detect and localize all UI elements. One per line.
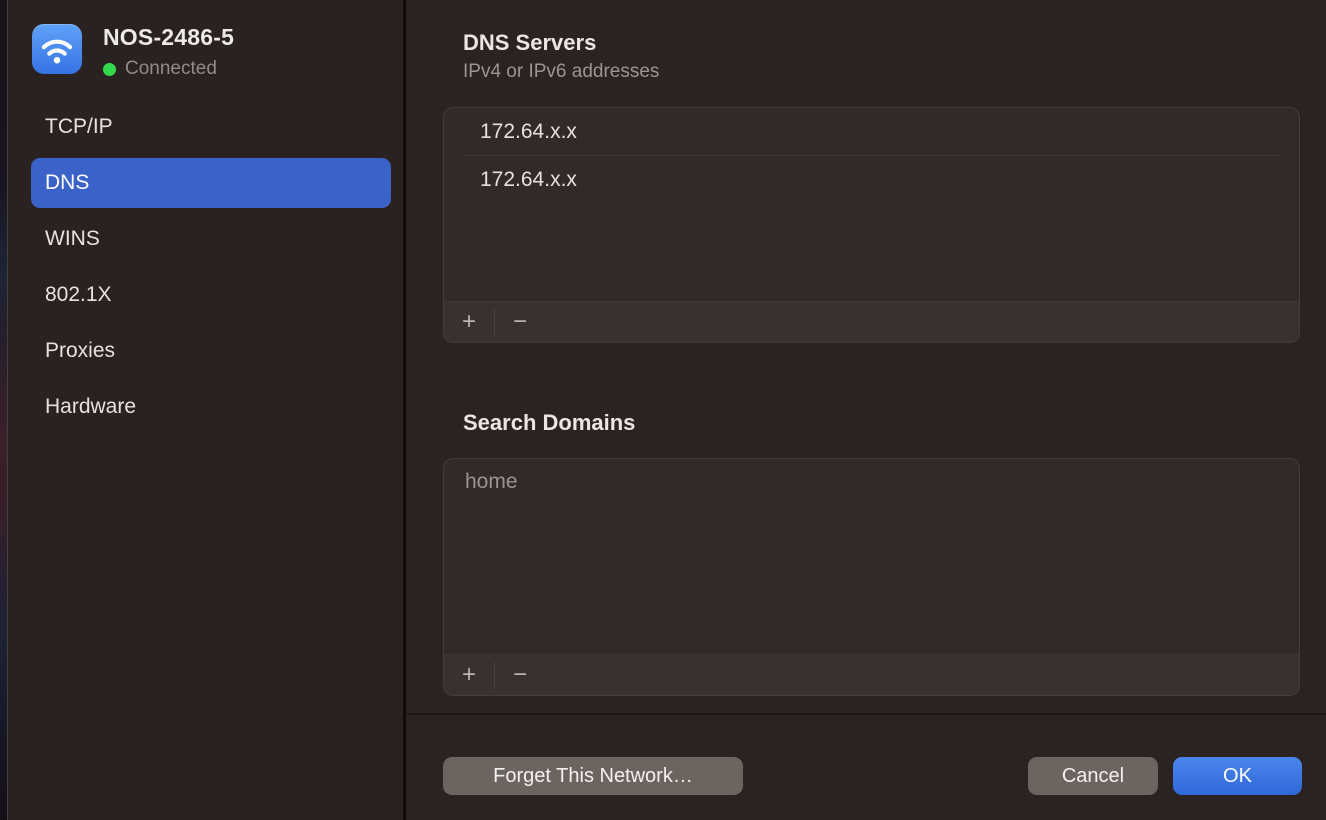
dns-servers-list: 172.64.x.x 172.64.x.x + − <box>443 107 1300 343</box>
sidebar-menu: TCP/IP DNS WINS 802.1X Proxies Hardware <box>31 99 391 435</box>
ok-button[interactable]: OK <box>1173 757 1302 795</box>
search-domains-title: Search Domains <box>463 410 635 436</box>
dns-servers-subtitle: IPv4 or IPv6 addresses <box>463 61 659 83</box>
content-footer-divider <box>406 713 1326 715</box>
sidebar-item-hardware[interactable]: Hardware <box>31 379 391 435</box>
sidebar-item-tcpip[interactable]: TCP/IP <box>31 99 391 155</box>
dns-server-value: 172.64.x.x <box>480 168 577 192</box>
desktop-edge <box>0 0 8 820</box>
sidebar-item-8021x[interactable]: 802.1X <box>31 267 391 323</box>
sidebar-item-dns[interactable]: DNS <box>31 158 391 208</box>
network-name: NOS-2486-5 <box>103 24 234 51</box>
forget-network-button[interactable]: Forget This Network… <box>443 757 743 795</box>
search-domain-value: home <box>465 470 518 494</box>
dns-server-row[interactable]: 172.64.x.x <box>444 108 1299 155</box>
sidebar-item-wins[interactable]: WINS <box>31 211 391 267</box>
sidebar-item-proxies[interactable]: Proxies <box>31 323 391 379</box>
connected-dot-icon <box>103 63 116 76</box>
sidebar: NOS-2486-5 Connected TCP/IP DNS WINS 802… <box>9 0 403 820</box>
dns-server-value: 172.64.x.x <box>480 120 577 144</box>
remove-search-domain-button[interactable]: − <box>495 655 545 695</box>
search-domain-row[interactable]: home <box>444 459 1299 504</box>
add-dns-server-button[interactable]: + <box>444 302 494 342</box>
add-search-domain-button[interactable]: + <box>444 655 494 695</box>
network-status: Connected <box>103 58 234 80</box>
dns-server-row[interactable]: 172.64.x.x <box>444 156 1299 203</box>
network-details-dialog: NOS-2486-5 Connected TCP/IP DNS WINS 802… <box>0 0 1326 820</box>
remove-dns-server-button[interactable]: − <box>495 302 545 342</box>
network-header: NOS-2486-5 Connected <box>32 24 234 80</box>
wifi-icon <box>32 24 82 74</box>
cancel-button[interactable]: Cancel <box>1028 757 1158 795</box>
search-domains-list: home + − <box>443 458 1300 696</box>
dns-settings-panel: DNS Servers IPv4 or IPv6 addresses 172.6… <box>406 0 1326 820</box>
dns-servers-title: DNS Servers <box>463 30 596 56</box>
dns-list-toolbar: + − <box>444 301 1299 342</box>
search-domains-toolbar: + − <box>444 654 1299 695</box>
network-meta: NOS-2486-5 Connected <box>103 24 234 80</box>
connected-label: Connected <box>125 58 217 80</box>
